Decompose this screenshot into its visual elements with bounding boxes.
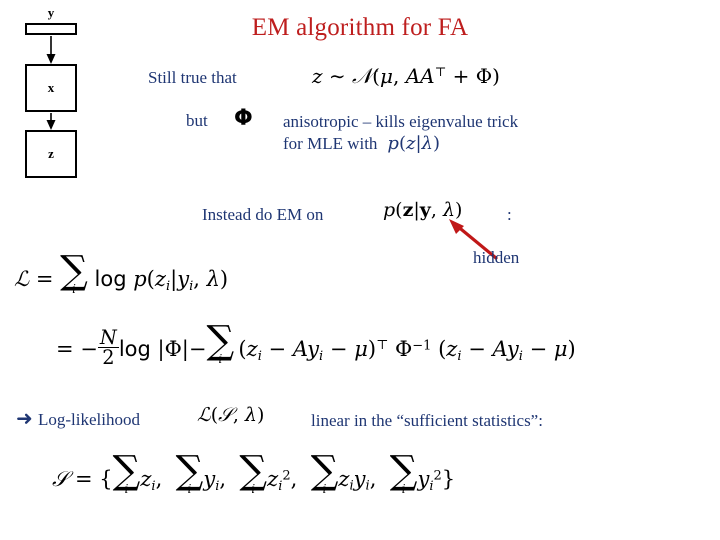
equation-z-distribution: z ∼ 𝒩(μ, AA⊤ + Φ) (312, 64, 500, 88)
eqL1-z: z (154, 267, 166, 292)
eqL2-transpose: ⊤ (376, 338, 389, 354)
pzy-z: z (402, 199, 414, 221)
eqLs-S: 𝒮 (218, 404, 233, 426)
eqL2-y-b: y (506, 337, 519, 362)
eqS-body-2: y (203, 467, 216, 492)
eqS-sum-4: ∑ i (310, 448, 339, 496)
eqL2-summation: ∑ i (206, 318, 235, 366)
eq-z-lhs: z (312, 64, 323, 88)
eq-z-phi: Φ (475, 64, 493, 88)
eq-z-cov-a: AA (405, 64, 435, 88)
eq-z-normal-symbol: 𝒩 (352, 64, 373, 88)
equation-p-z-given-lambda: p(z|λ) (387, 133, 440, 154)
eqL1-y: y (177, 267, 190, 292)
slide-title: EM algorithm for FA (251, 14, 469, 41)
pzy-p: p (383, 199, 396, 221)
pzy-comma: , (430, 199, 437, 221)
eqL2-A-b: A (492, 337, 507, 362)
eq-z-transpose: ⊤ (434, 64, 447, 80)
eqS-sum-5: ∑ i (389, 448, 418, 496)
eqS-body-3: z (267, 467, 279, 492)
equation-L-of-S-lambda: ℒ(𝒮, λ) (197, 404, 265, 426)
eq-z-relation: ∼ (328, 64, 346, 88)
eqLs-lambda: λ (244, 404, 257, 426)
eqL1-summation: ∑ i (60, 248, 88, 296)
eqS-body-1: z (140, 467, 152, 492)
eqLs-L: ℒ (197, 404, 211, 426)
eqL2-mu-b: μ (553, 337, 568, 362)
equation-likelihood-line-1: ℒ = ∑ i log p(zi|yi, λ) (14, 248, 229, 296)
eqL2-equals: = (56, 337, 74, 362)
for-mle-with-label: for MLE with (283, 134, 378, 153)
phi-symbol: Φ (234, 106, 253, 131)
equation-sufficient-statistics: 𝒮 = {∑ i zi, ∑ i yi, ∑ i zi2, ∑ i ziyi, ∑ i yi2} (52, 448, 456, 496)
eqL2-log: log (118, 337, 151, 362)
eqS-S: 𝒮 (52, 467, 69, 492)
eqL2-z-a: z (246, 337, 258, 362)
hidden-annotation-label: hidden (473, 248, 520, 267)
mle-line: for MLE with p(z|λ) (283, 133, 440, 154)
eqL1-lambda: λ (206, 267, 220, 292)
pzy-y: y (419, 199, 431, 221)
linear-in-sufficient-statistics-label: linear in the “sufficient statistics”: (311, 411, 543, 430)
eqL2-minus-2: − (188, 337, 207, 362)
eqL2-det-phi: |Φ| (157, 337, 189, 362)
eqS-equals: = (74, 467, 93, 492)
still-true-label: Still true that (148, 68, 237, 87)
eqS-sum-2: ∑ i (175, 448, 204, 496)
pzl-lambda: λ (421, 133, 433, 154)
eqL2-fraction-n-over-2: N2 (97, 325, 119, 370)
anisotropic-text: anisotropic – kills eigenvalue trick (283, 112, 519, 131)
equation-likelihood-line-2: = − N 2 log |Φ|− ∑ i (zi − Ayi − μ)⊤ Φ−1 (zi … (56, 318, 576, 370)
eqS-body-4: ziyi (338, 467, 370, 494)
eqS-sum-3: ∑ i (239, 448, 268, 496)
eqL1-equals: = (35, 267, 54, 292)
eqL2-minus: − (80, 337, 98, 362)
eqL2-y-a: y (307, 337, 320, 362)
eqS-close-brace: } (441, 467, 456, 492)
log-likelihood-label: Log-likelihood (38, 410, 140, 429)
eqL2-A-a: A (292, 337, 308, 362)
eqL2-mu-a: μ (354, 337, 368, 362)
eqL2-phi-inverse: Φ (395, 337, 413, 362)
eqS-body-5: y (417, 467, 430, 492)
eqL1-p: p (133, 267, 147, 292)
eq-z-plus: + (452, 64, 470, 88)
eqS-sum-1: ∑ i (112, 448, 141, 496)
eqS-open-brace: { (99, 467, 113, 492)
eqL1-log: log (94, 267, 127, 292)
eqL2-z-b: z (446, 337, 458, 362)
eqL1-L: ℒ (14, 267, 30, 292)
pzl-p: p (387, 133, 399, 154)
but-label: but (186, 111, 208, 130)
arrow-bullet-icon: ➜ (16, 408, 33, 430)
eq-z-mean: μ (379, 64, 393, 88)
instead-do-em-label: Instead do EM on (202, 205, 324, 224)
